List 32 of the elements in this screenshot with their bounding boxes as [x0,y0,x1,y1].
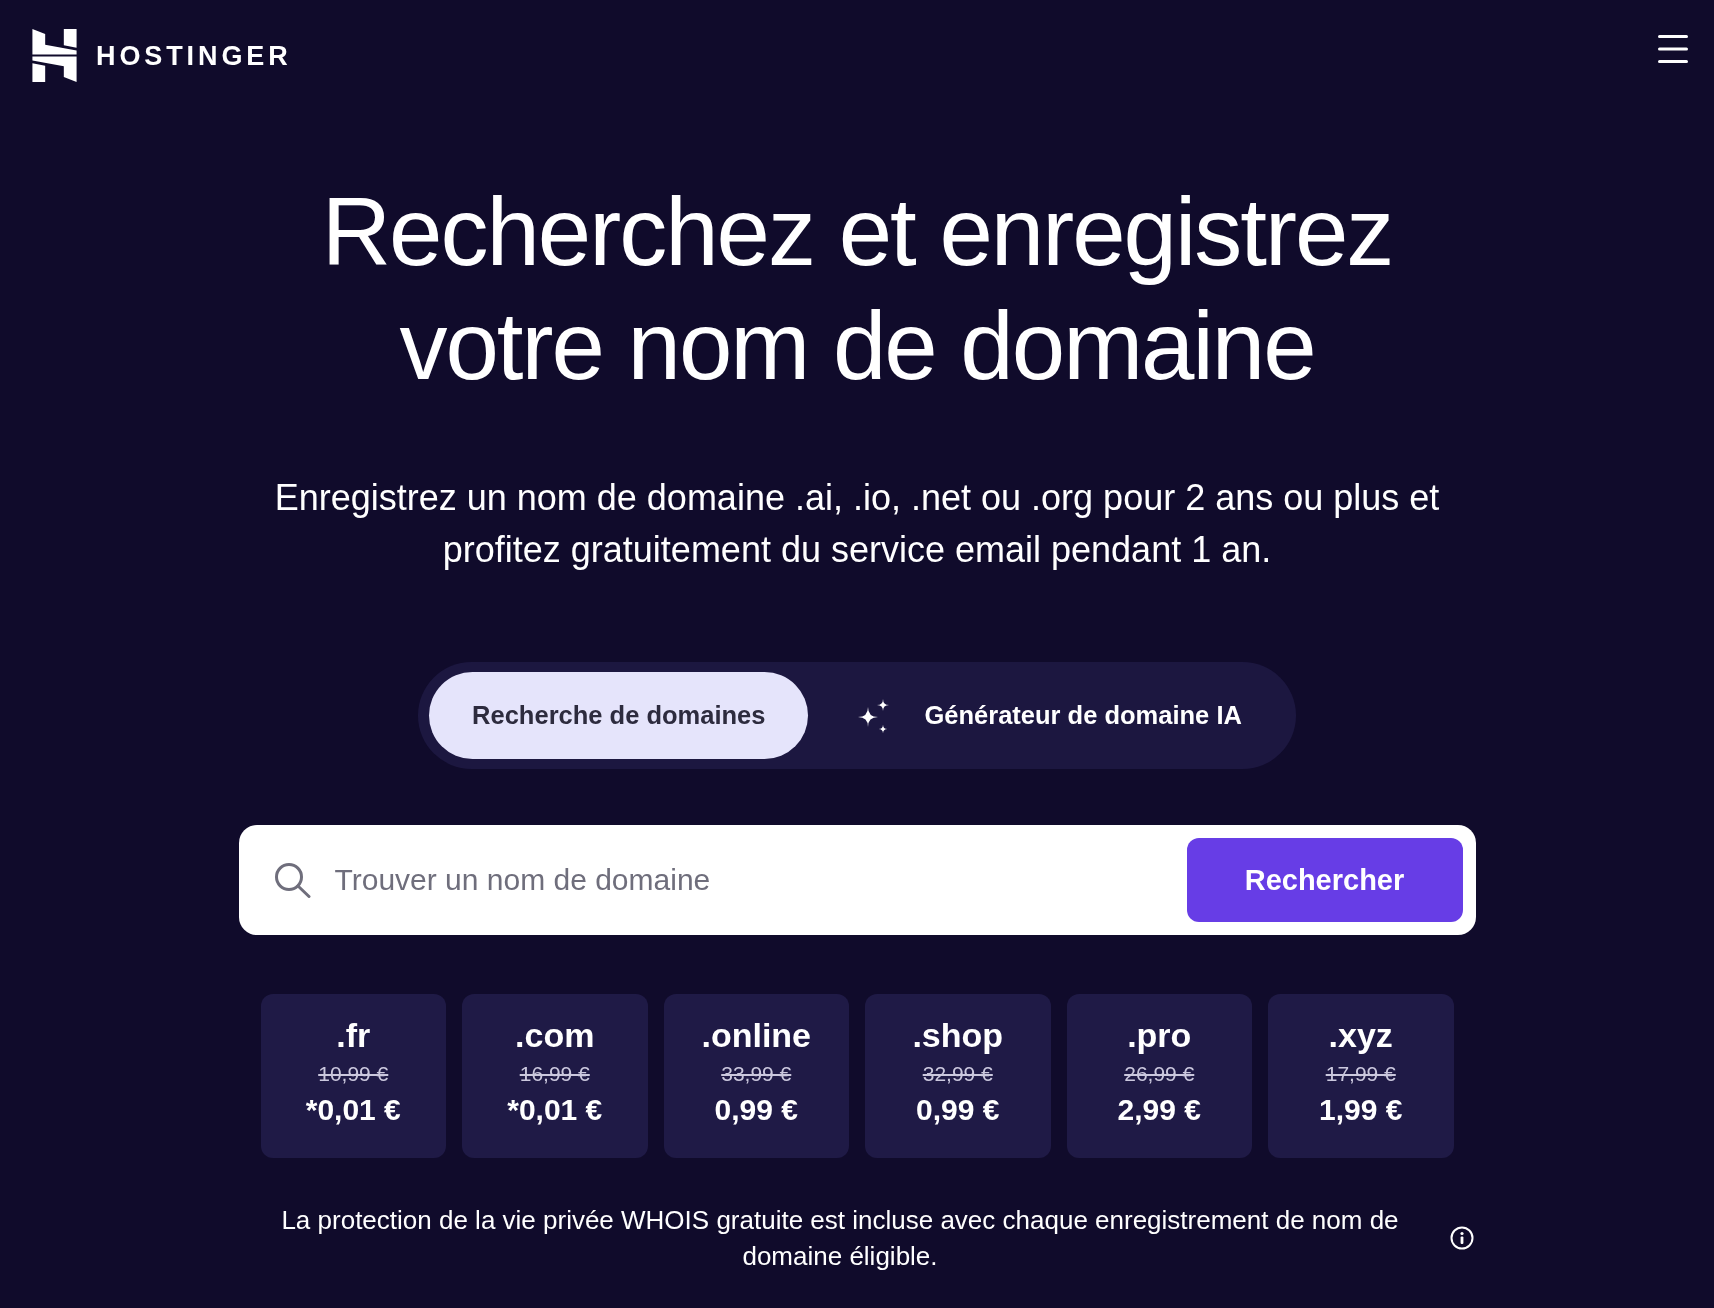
logo-icon [31,29,78,82]
page-heading: Recherchez et enregistrez votre nom de domaine [320,177,1394,401]
old-price: 16,99 € [519,1061,590,1087]
tld-name: .fr [336,1015,371,1055]
tld-name: .shop [912,1015,1004,1055]
old-price: 33,99 € [721,1061,792,1087]
whois-note: La protection de la vie privée WHOIS gratuite est incluse avec chaque enregistrement de nom de domaine éligible. [280,1204,1400,1273]
search-field[interactable]: Trouver un nom de domaine [334,858,1187,902]
logo-text: HOSTINGER [96,40,292,71]
search-button[interactable]: Rechercher [1186,838,1463,922]
price: 0,99 € [714,1092,798,1128]
search-box[interactable]: Trouver un nom de domaine Rechercher [238,825,1476,935]
tld-name: .online [701,1015,812,1055]
price: *0,01 € [305,1092,401,1128]
old-price: 17,99 € [1325,1061,1396,1087]
tld-name: .xyz [1328,1015,1393,1055]
search-icon [273,862,311,898]
old-price: 26,99 € [1124,1061,1195,1087]
menu-button[interactable] [1658,35,1688,63]
mode-tab[interactable]: Recherche de domaines [429,672,809,759]
old-price: 10,99 € [318,1061,389,1087]
price: 1,99 € [1319,1092,1403,1128]
menu-icon [1658,35,1688,63]
mode-tab[interactable]: Générateur de domaine IA [813,672,1285,759]
price: 2,99 € [1117,1092,1201,1128]
tld-name: .com [515,1015,595,1055]
price: *0,01 € [507,1092,603,1128]
hero-subtitle: Enregistrez un nom de domaine .ai, .io, .net ou .org pour 2 ans ou plus et profitez gratuitement du service email pendant 1 an. [273,476,1441,572]
tld-name: .pro [1127,1015,1192,1055]
info-icon[interactable] [1449,1226,1474,1250]
old-price: 32,99 € [922,1061,993,1087]
price: 0,99 € [916,1092,1000,1128]
